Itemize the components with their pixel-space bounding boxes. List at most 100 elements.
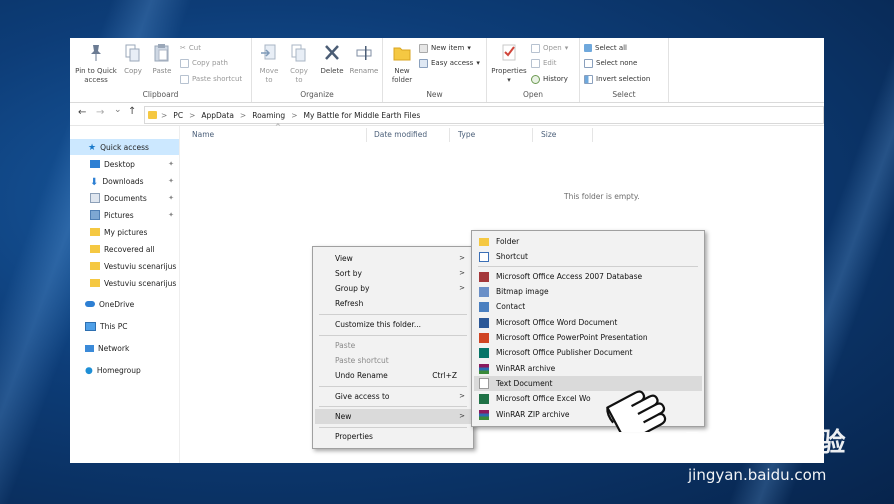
nav-item-my-pictures[interactable]: My pictures bbox=[70, 224, 179, 240]
new-item-word-document[interactable]: Microsoft Office Word Document bbox=[474, 315, 702, 330]
nav-item-documents[interactable]: Documents ✦ bbox=[70, 190, 179, 206]
folder-icon bbox=[148, 111, 157, 119]
new-item-label: WinRAR ZIP archive bbox=[496, 410, 570, 419]
menu-item-properties[interactable]: Properties bbox=[315, 429, 471, 444]
menu-item-customize-folder[interactable]: Customize this folder... bbox=[315, 317, 471, 332]
copy-button[interactable]: Copy bbox=[120, 44, 146, 76]
folder-icon bbox=[479, 237, 489, 246]
column-header-type[interactable]: Type bbox=[458, 130, 475, 139]
properties-icon bbox=[489, 44, 529, 65]
breadcrumb-item[interactable]: PC bbox=[173, 111, 183, 120]
new-item-bitmap-image[interactable]: Bitmap image bbox=[474, 284, 702, 299]
paste-shortcut-button[interactable]: Paste shortcut bbox=[180, 73, 242, 85]
new-item-icon bbox=[419, 43, 428, 53]
column-divider[interactable] bbox=[366, 128, 367, 142]
new-item-label: Contact bbox=[496, 302, 526, 311]
navigation-pane: ★ Quick access Desktop ✦ ⬇ Downloads ✦ Docum… bbox=[70, 126, 180, 463]
menu-item-undo-rename[interactable]: Undo Rename Ctrl+Z bbox=[315, 368, 471, 383]
select-all-button[interactable]: Select all bbox=[584, 42, 627, 54]
easy-access-button[interactable]: Easy access ▾ bbox=[419, 57, 480, 69]
edit-icon bbox=[531, 58, 540, 68]
nav-item-pictures[interactable]: Pictures ✦ bbox=[70, 207, 179, 223]
delete-x-icon bbox=[318, 44, 346, 65]
nav-item-quick-access[interactable]: ★ Quick access bbox=[70, 139, 179, 155]
back-arrow-icon[interactable]: ← bbox=[78, 107, 86, 118]
column-divider[interactable] bbox=[592, 128, 593, 142]
new-item-shortcut[interactable]: Shortcut bbox=[474, 249, 702, 264]
menu-item-view[interactable]: View > bbox=[315, 251, 471, 266]
open-button[interactable]: Open ▾ bbox=[531, 42, 568, 54]
copy-to-button[interactable]: Copy to bbox=[286, 44, 312, 85]
folder-icon bbox=[90, 279, 100, 287]
menu-item-paste-shortcut[interactable]: Paste shortcut bbox=[315, 353, 471, 368]
paste-button[interactable]: Paste bbox=[148, 44, 176, 76]
edit-button[interactable]: Edit bbox=[531, 57, 557, 69]
menu-item-new[interactable]: New > bbox=[315, 409, 471, 424]
up-arrow-icon[interactable]: ↑ bbox=[128, 106, 136, 117]
new-folder-button[interactable]: New folder bbox=[387, 44, 417, 85]
rename-button[interactable]: Rename bbox=[348, 44, 380, 76]
pin-to-quick-access-button[interactable]: Pin to Quick access bbox=[72, 44, 120, 85]
access-icon bbox=[479, 271, 489, 282]
menu-item-label: Give access to bbox=[335, 392, 390, 401]
nav-item-desktop[interactable]: Desktop ✦ bbox=[70, 156, 179, 172]
organize-group: Move to Copy to Delete Rename Organize bbox=[252, 38, 383, 102]
column-header-date-modified[interactable]: Date modified bbox=[374, 130, 427, 139]
properties-button[interactable]: Properties ▾ bbox=[489, 44, 529, 85]
nav-item-downloads[interactable]: ⬇ Downloads ✦ bbox=[70, 173, 179, 189]
baidu-watermark-logo: Bai du 经验 bbox=[684, 428, 847, 458]
bitmap-icon bbox=[479, 286, 489, 297]
nav-item-recovered-all[interactable]: Recovered all bbox=[70, 241, 179, 257]
folder-icon bbox=[90, 228, 100, 236]
nav-item-label: Vestuviu scenarijus bbox=[104, 278, 177, 288]
history-button[interactable]: History bbox=[531, 73, 568, 85]
copy-path-button[interactable]: Copy path bbox=[180, 57, 228, 69]
new-item-access-database[interactable]: Microsoft Office Access 2007 Database bbox=[474, 269, 702, 284]
new-item-label: Shortcut bbox=[496, 252, 528, 261]
column-header-size[interactable]: Size bbox=[541, 130, 556, 139]
new-item-button[interactable]: New item ▾ bbox=[419, 42, 471, 54]
menu-item-label: Customize this folder... bbox=[335, 320, 422, 329]
menu-item-group-by[interactable]: Group by > bbox=[315, 281, 471, 296]
column-header-name[interactable]: Name bbox=[192, 130, 214, 139]
delete-button[interactable]: Delete bbox=[318, 44, 346, 76]
new-item-contact[interactable]: Contact bbox=[474, 299, 702, 314]
select-none-button[interactable]: Select none bbox=[584, 57, 637, 69]
recent-locations-icon[interactable]: ⌄ bbox=[114, 105, 122, 115]
nav-item-homegroup[interactable]: ● Homegroup bbox=[70, 362, 179, 378]
invert-selection-button[interactable]: Invert selection bbox=[584, 73, 650, 85]
pictures-icon bbox=[90, 210, 100, 220]
new-item-powerpoint[interactable]: Microsoft Office PowerPoint Presentation bbox=[474, 330, 702, 345]
menu-item-sort-by[interactable]: Sort by > bbox=[315, 266, 471, 281]
nav-item-network[interactable]: Network bbox=[70, 340, 179, 356]
menu-item-paste[interactable]: Paste bbox=[315, 338, 471, 353]
open-label: Open bbox=[543, 44, 562, 52]
breadcrumb-item[interactable]: Roaming bbox=[252, 111, 285, 120]
pin-icon: ✦ bbox=[168, 160, 174, 168]
menu-item-label: View bbox=[335, 254, 353, 263]
submenu-arrow-icon: > bbox=[459, 254, 465, 262]
new-folder-label: New folder bbox=[391, 67, 413, 84]
forward-arrow-icon[interactable]: → bbox=[96, 107, 104, 118]
nav-item-onedrive[interactable]: OneDrive bbox=[70, 296, 179, 312]
star-icon: ★ bbox=[88, 143, 97, 153]
cut-button[interactable]: ✂ Cut bbox=[180, 42, 201, 54]
nav-item-label: Downloads bbox=[102, 176, 144, 186]
dropdown-arrow-icon: ▾ bbox=[467, 44, 471, 52]
nav-item-vestuviu-scenarijus[interactable]: Vestuviu scenarijus bbox=[70, 258, 179, 274]
pin-icon: ✦ bbox=[168, 211, 174, 219]
column-divider[interactable] bbox=[449, 128, 450, 142]
properties-label: Properties bbox=[491, 67, 527, 75]
breadcrumb[interactable]: > PC > AppData > Roaming > My Battle for… bbox=[144, 106, 824, 124]
menu-item-refresh[interactable]: Refresh bbox=[315, 296, 471, 311]
menu-item-give-access[interactable]: Give access to > bbox=[315, 389, 471, 404]
nav-item-this-pc[interactable]: This PC bbox=[70, 318, 179, 334]
move-to-button[interactable]: Move to bbox=[256, 44, 282, 85]
breadcrumb-item[interactable]: My Battle for Middle Earth Files bbox=[303, 111, 420, 120]
nav-item-vestuviu-scenarijus[interactable]: Vestuviu scenarijus bbox=[70, 275, 179, 291]
column-divider[interactable] bbox=[532, 128, 533, 142]
new-item-publisher[interactable]: Microsoft Office Publisher Document bbox=[474, 345, 702, 360]
submenu-arrow-icon: > bbox=[459, 269, 465, 277]
new-item-folder[interactable]: Folder bbox=[474, 234, 702, 249]
breadcrumb-item[interactable]: AppData bbox=[201, 111, 234, 120]
